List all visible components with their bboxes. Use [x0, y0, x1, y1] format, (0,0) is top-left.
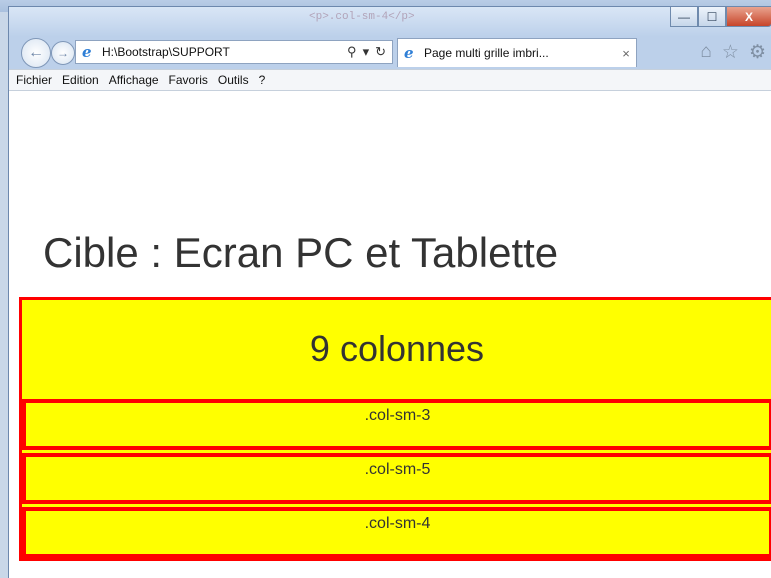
menu-item-outils[interactable]: Outils [213, 73, 254, 87]
minimize-button[interactable]: — [670, 7, 698, 27]
menu-item-favoris[interactable]: Favoris [164, 73, 213, 87]
menu-item-edition[interactable]: Edition [57, 73, 104, 87]
dropdown-icon[interactable]: ▾ [363, 44, 370, 60]
browser-window: <p>.col-sm-4</p> — ☐ X ← → e H:\Bootstra… [8, 6, 771, 578]
forward-button[interactable]: → [51, 41, 75, 65]
close-button[interactable]: X [726, 7, 771, 27]
gear-icon[interactable]: ⚙ [749, 41, 766, 64]
back-arrow-icon: ← [28, 44, 44, 61]
menu-item-affichage[interactable]: Affichage [104, 73, 164, 87]
maximize-button[interactable]: ☐ [698, 7, 726, 27]
menu-item-help[interactable]: ? [254, 73, 271, 87]
window-controls: — ☐ X [670, 7, 771, 27]
address-actions: ⚲ ▾ ↻ [347, 44, 392, 60]
nested-column-sm-4: .col-sm-4 [22, 507, 771, 558]
menu-bar: Fichier Edition Affichage Favoris Outils… [9, 69, 771, 91]
main-column-label: 9 colonnes [309, 328, 485, 369]
main-column: 9 colonnes .col-sm-3 .col-sm-5 .col-sm-4 [19, 297, 771, 561]
address-bar[interactable]: e H:\Bootstrap\SUPPORT ⚲ ▾ ↻ [75, 40, 393, 64]
search-icon[interactable]: ⚲ [347, 44, 357, 60]
page-heading: Cible : Ecran PC et Tablette [43, 229, 559, 276]
toolbar-icons: ⌂ ☆ ⚙ [700, 41, 766, 64]
ie-page-icon: e [82, 43, 92, 61]
nested-column-sm-5: .col-sm-5 [22, 453, 771, 504]
tab-title: Page multi grille imbri... [424, 46, 549, 60]
ie-tab-icon: e [404, 44, 414, 62]
home-icon[interactable]: ⌂ [700, 41, 711, 64]
title-bar[interactable]: <p>.col-sm-4</p> — ☐ X [9, 7, 771, 37]
nested-column-sm-3: .col-sm-3 [22, 399, 771, 450]
window-title: <p>.col-sm-4</p> [309, 11, 415, 23]
forward-arrow-icon: → [57, 46, 69, 60]
menu-item-fichier[interactable]: Fichier [11, 73, 57, 87]
address-text[interactable]: H:\Bootstrap\SUPPORT [102, 45, 347, 59]
back-button[interactable]: ← [21, 38, 51, 68]
navigation-bar: ← → e H:\Bootstrap\SUPPORT ⚲ ▾ ↻ e Page … [9, 37, 771, 68]
page-content: Cible : Ecran PC et Tablette 9 colonnes … [9, 91, 771, 578]
star-icon[interactable]: ☆ [722, 41, 739, 64]
tab-active[interactable]: e Page multi grille imbri... × [397, 38, 637, 67]
refresh-icon[interactable]: ↻ [375, 44, 386, 60]
tab-close-icon[interactable]: × [616, 46, 636, 61]
